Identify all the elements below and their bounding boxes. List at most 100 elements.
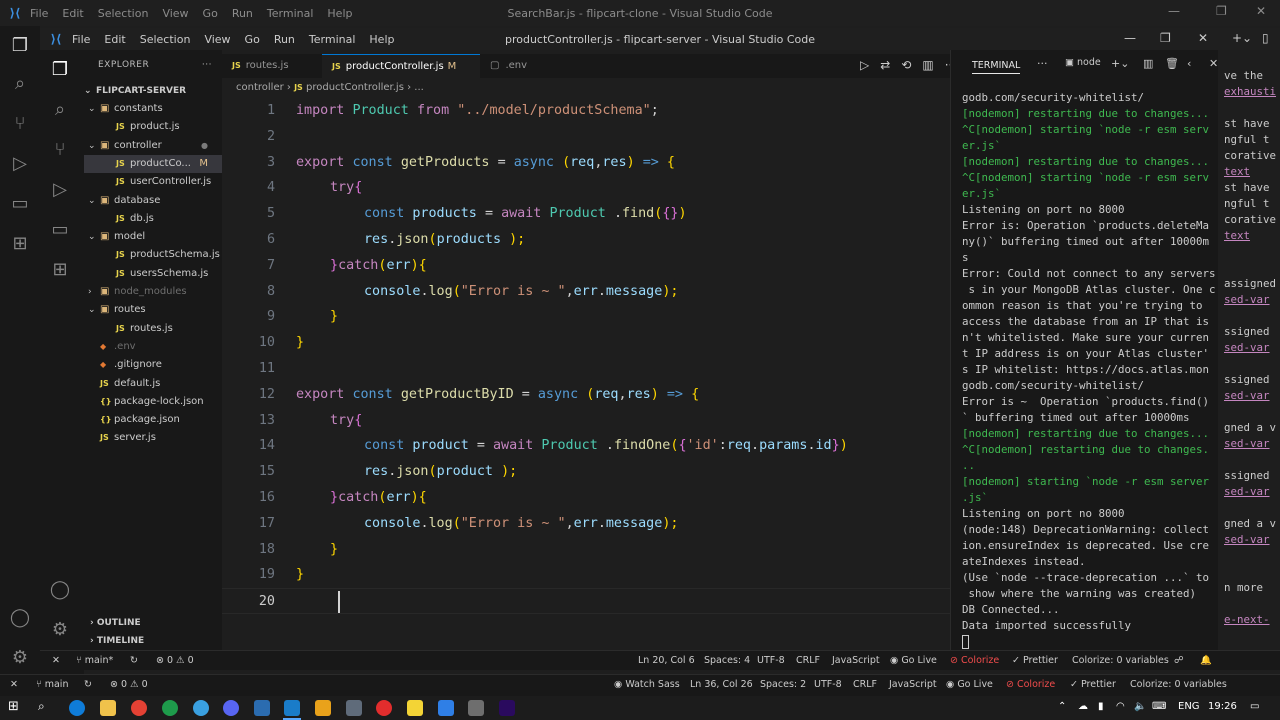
account-icon[interactable]: ◯	[48, 578, 72, 602]
outer-prettier-button[interactable]: ✓ Prettier	[1070, 679, 1116, 690]
outer-maximize-icon[interactable]: ❐	[1216, 4, 1227, 18]
outer-language-mode[interactable]: JavaScript	[889, 679, 937, 690]
account-icon[interactable]: ◯	[8, 606, 32, 630]
open-changes-icon[interactable]: ⟲	[901, 58, 911, 72]
outer-problems-indicator[interactable]: ⊗ 0 ⚠ 0	[110, 679, 148, 690]
remote-icon[interactable]: ▭	[8, 192, 32, 216]
code-line[interactable]: 9}	[222, 304, 950, 330]
tree-file[interactable]: {} package-lock.json	[84, 393, 222, 411]
trash-icon[interactable]: 🗑	[1165, 57, 1179, 70]
outer-menu-go[interactable]: Go	[203, 7, 218, 20]
notification-center-icon[interactable]: ▭	[1250, 701, 1259, 712]
manage-gear-icon[interactable]: ⚙	[8, 646, 32, 670]
outer-go-live-button[interactable]: ◉ Go Live	[946, 679, 993, 690]
search-icon[interactable]: ⌕	[38, 699, 45, 714]
split-terminal-icon[interactable]: ▯	[1262, 31, 1269, 45]
discord-icon[interactable]	[223, 700, 239, 716]
tree-folder[interactable]: ⌄ ▣ controller ●	[84, 137, 222, 155]
tree-folder[interactable]: ⌄ ▣ model	[84, 228, 222, 246]
tree-file[interactable]: {} package.json	[84, 411, 222, 429]
code-line[interactable]: 15 res.json(product );	[222, 459, 950, 485]
language-indicator[interactable]: ENG	[1178, 701, 1200, 712]
colorize-button[interactable]: ⊘ Colorize	[950, 655, 999, 666]
close-panel-icon[interactable]: ✕	[1209, 57, 1218, 70]
terminal-tab[interactable]: TERMINAL	[972, 60, 1021, 74]
file-explorer-icon[interactable]	[100, 700, 116, 716]
source-control-icon[interactable]: ⑂	[8, 112, 32, 136]
outline-section[interactable]: › OUTLINE	[84, 614, 222, 632]
breadcrumb-file[interactable]: productController.js	[306, 82, 404, 93]
tree-file[interactable]: JS server.js	[84, 429, 222, 447]
outer-encoding[interactable]: UTF-8	[814, 679, 842, 690]
tab-env[interactable]: ▢ .env	[480, 54, 560, 78]
minimize-icon[interactable]: —	[1124, 31, 1136, 45]
tree-file[interactable]: JS productSchema.js	[84, 246, 222, 264]
sync-icon[interactable]: ↻	[84, 679, 92, 690]
menu-help[interactable]: Help	[369, 33, 394, 46]
run-debug-icon[interactable]: ▷	[48, 178, 72, 202]
close-icon[interactable]: ✕	[1198, 31, 1208, 45]
code-line[interactable]: 16}catch(err){	[222, 485, 950, 511]
code-line[interactable]: 13 try{	[222, 408, 950, 434]
tray-chevron-up-icon[interactable]: ⌃	[1058, 701, 1066, 712]
app-2-icon[interactable]	[346, 700, 362, 716]
outer-menu-run[interactable]: Run	[232, 7, 253, 20]
app-3-icon[interactable]	[438, 700, 454, 716]
new-terminal-icon[interactable]: +⌄	[1111, 57, 1129, 70]
tree-file[interactable]: JS usersSchema.js	[84, 265, 222, 283]
outer-menu-edit[interactable]: Edit	[62, 7, 83, 20]
remote-explorer-icon[interactable]: ▭	[48, 218, 72, 242]
menu-run[interactable]: Run	[274, 33, 295, 46]
language-mode[interactable]: JavaScript	[832, 655, 880, 666]
app-4-icon[interactable]	[468, 700, 484, 716]
tab-product-controller[interactable]: JS productController.js M	[322, 54, 480, 78]
outer-colorize-variables[interactable]: Colorize: 0 variables	[1130, 679, 1227, 690]
code-line[interactable]: 3 export const getProducts = async (req,r…	[222, 150, 950, 176]
code-line[interactable]: 14 const product = await Product .findOne…	[222, 433, 950, 459]
code-line[interactable]: 18}	[222, 537, 950, 563]
code-line[interactable]: 1 import Product from "../model/productSc…	[222, 98, 950, 124]
clock[interactable]: 19:26	[1208, 701, 1237, 712]
menu-terminal[interactable]: Terminal	[309, 33, 356, 46]
outer-menu-help[interactable]: Help	[327, 7, 352, 20]
more-actions-icon[interactable]: ···	[202, 50, 212, 80]
outer-line-ending[interactable]: CRLF	[853, 679, 877, 690]
edge-browser-icon[interactable]	[69, 700, 85, 716]
code-line[interactable]: 12 export const getProductByID = async (r…	[222, 382, 950, 408]
go-live-button[interactable]: ◉ Go Live	[890, 655, 937, 666]
tree-file[interactable]: JS db.js	[84, 210, 222, 228]
line-ending[interactable]: CRLF	[796, 655, 820, 666]
outer-menu-selection[interactable]: Selection	[98, 7, 149, 20]
search-icon[interactable]: ⌕	[48, 98, 72, 122]
menu-view[interactable]: View	[204, 33, 230, 46]
outer-indentation[interactable]: Spaces: 2	[760, 679, 806, 690]
breadcrumb-more[interactable]: ...	[414, 82, 424, 93]
app-icon[interactable]	[254, 700, 270, 716]
network-icon[interactable]: ☁	[1078, 701, 1088, 712]
menu-file[interactable]: File	[72, 33, 90, 46]
youtube-icon[interactable]	[376, 700, 392, 716]
outer-branch-indicator[interactable]: ⑂ main	[36, 679, 68, 690]
maximize-icon[interactable]: ❐	[1160, 31, 1171, 45]
keyboard-icon[interactable]: ⌨	[1152, 701, 1166, 712]
manage-gear-icon[interactable]: ⚙	[48, 618, 72, 642]
outer-colorize-button[interactable]: ⊘ Colorize	[1006, 679, 1055, 690]
code-line[interactable]: 19}	[222, 562, 950, 588]
branch-indicator[interactable]: ⑂ main*	[76, 655, 113, 666]
code-line[interactable]: 10}	[222, 330, 950, 356]
extensions-icon[interactable]: ⊞	[48, 258, 72, 282]
tree-file[interactable]: JS routes.js	[84, 320, 222, 338]
more-icon[interactable]: ···	[1037, 57, 1048, 70]
tree-file[interactable]: JS productCo... M	[84, 154, 222, 173]
code-line[interactable]: 6 res.json(products );	[222, 227, 950, 253]
code-line[interactable]: 4 try{	[222, 175, 950, 201]
feedback-icon[interactable]: ☍	[1174, 655, 1184, 666]
chrome-profile-2-icon[interactable]	[193, 700, 209, 716]
menu-edit[interactable]: Edit	[104, 33, 125, 46]
code-line[interactable]: 17 console.log("Error is ~ ",err.message)…	[222, 511, 950, 537]
indentation[interactable]: Spaces: 4	[704, 655, 750, 666]
terminal-shell-selector[interactable]: ▣ node	[1065, 57, 1101, 68]
volume-icon[interactable]: 🔈	[1134, 701, 1146, 712]
outer-minimize-icon[interactable]: —	[1168, 4, 1180, 18]
tree-file[interactable]: JS default.js	[84, 375, 222, 393]
